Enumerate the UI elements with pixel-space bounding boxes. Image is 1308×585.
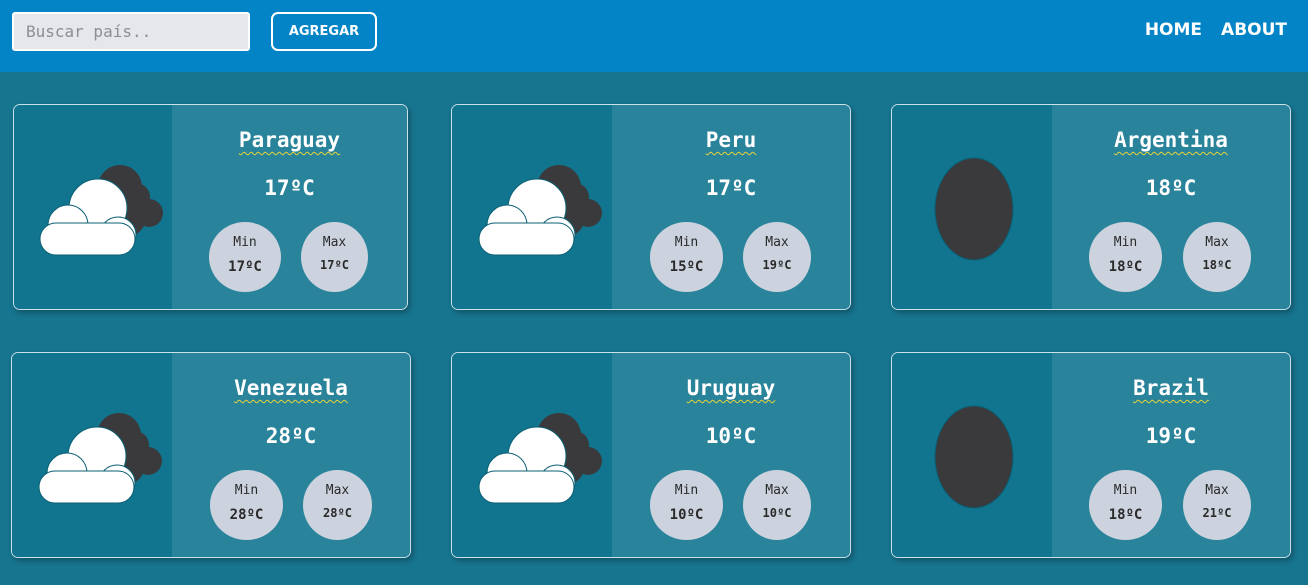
country-name: Uruguay (686, 376, 776, 400)
max-temp-badge: Max 10ºC (743, 470, 811, 540)
max-label: Max (322, 235, 347, 250)
max-label: Max (765, 235, 789, 250)
min-label: Min (1113, 235, 1138, 250)
cloudy-icon (478, 413, 602, 504)
max-temp: 18ºC (1202, 258, 1232, 272)
max-label: Max (1205, 483, 1229, 498)
weather-info: Argentina 18ºC Min 18ºC Max 18ºC (1052, 105, 1290, 309)
max-label: Max (325, 483, 350, 498)
top-bar: AGREGAR HOME ABOUT (0, 0, 1308, 72)
weather-icon-panel (892, 353, 1052, 557)
max-temp-badge: Max 21ºC (1183, 470, 1251, 540)
max-label: Max (1205, 235, 1229, 250)
add-button[interactable]: AGREGAR (271, 12, 377, 51)
max-temp: 21ºC (1202, 506, 1232, 520)
current-temp: 17ºC (264, 176, 315, 200)
min-label: Min (1113, 483, 1138, 498)
weather-card-venezuela: Venezuela 28ºC Min 28ºC Max 28ºC (11, 352, 411, 558)
cloudy-icon (39, 165, 163, 256)
weather-card-paraguay: Paraguay 17ºC Min 17ºC Max 17ºC (13, 104, 408, 310)
weather-info: Venezuela 28ºC Min 28ºC Max 28ºC (172, 353, 410, 557)
current-temp: 10ºC (705, 424, 757, 448)
max-temp: 10ºC (762, 506, 792, 520)
current-temp: 19ºC (1145, 424, 1197, 448)
search-input[interactable] (12, 12, 250, 51)
min-temp-badge: Min 18ºC (1089, 222, 1162, 292)
weather-info: Peru 17ºC Min 15ºC Max 19ºC (612, 105, 850, 309)
weather-info: Paraguay 17ºC Min 17ºC Max 17ºC (172, 105, 407, 309)
min-temp: 15ºC (669, 259, 704, 275)
current-temp: 28ºC (265, 424, 317, 448)
country-name: Venezuela (234, 376, 348, 400)
weather-card-argentina: Argentina 18ºC Min 18ºC Max 18ºC (891, 104, 1291, 310)
weather-icon-panel (14, 105, 172, 309)
weather-icon-panel (892, 105, 1052, 309)
max-temp: 17ºC (320, 258, 349, 272)
min-temp-badge: Min 28ºC (210, 470, 283, 540)
min-temp: 10ºC (669, 507, 704, 523)
min-label: Min (233, 235, 257, 250)
country-name: Brazil (1133, 376, 1209, 400)
nav-links: HOME ABOUT (1145, 20, 1287, 40)
weather-info: Uruguay 10ºC Min 10ºC Max 10ºC (612, 353, 850, 557)
country-name: Peru (705, 128, 757, 152)
min-label: Min (234, 483, 259, 498)
weather-card-uruguay: Uruguay 10ºC Min 10ºC Max 10ºC (451, 352, 851, 558)
min-temp: 18ºC (1108, 507, 1143, 523)
min-temp: 28ºC (229, 507, 264, 523)
country-name: Paraguay (238, 128, 341, 152)
max-temp: 19ºC (762, 258, 792, 272)
max-temp: 28ºC (323, 506, 352, 520)
weather-card-brazil: Brazil 19ºC Min 18ºC Max 21ºC (891, 352, 1291, 558)
min-temp: 18ºC (1108, 259, 1143, 275)
cloudy-icon (478, 165, 602, 256)
weather-info: Brazil 19ºC Min 18ºC Max 21ºC (1052, 353, 1290, 557)
nav-home-link[interactable]: HOME (1145, 20, 1202, 40)
max-temp-badge: Max 18ºC (1183, 222, 1251, 292)
dark-circle-icon (934, 405, 1014, 509)
min-temp-badge: Min 10ºC (650, 470, 723, 540)
max-temp-badge: Max 17ºC (301, 222, 368, 292)
max-temp-badge: Max 19ºC (743, 222, 811, 292)
min-temp-badge: Min 17ºC (209, 222, 281, 292)
weather-icon-panel (12, 353, 172, 557)
nav-about-link[interactable]: ABOUT (1221, 20, 1287, 40)
min-temp: 17ºC (228, 259, 262, 275)
min-temp-badge: Min 18ºC (1089, 470, 1162, 540)
cloudy-icon (38, 413, 162, 504)
min-temp-badge: Min 15ºC (650, 222, 723, 292)
dark-circle-icon (934, 157, 1014, 261)
current-temp: 18ºC (1145, 176, 1197, 200)
country-name: Argentina (1114, 128, 1228, 152)
min-label: Min (674, 235, 699, 250)
weather-icon-panel (452, 105, 612, 309)
weather-icon-panel (452, 353, 612, 557)
max-label: Max (765, 483, 789, 498)
max-temp-badge: Max 28ºC (303, 470, 372, 540)
weather-card-peru: Peru 17ºC Min 15ºC Max 19ºC (451, 104, 851, 310)
current-temp: 17ºC (705, 176, 757, 200)
min-label: Min (674, 483, 699, 498)
